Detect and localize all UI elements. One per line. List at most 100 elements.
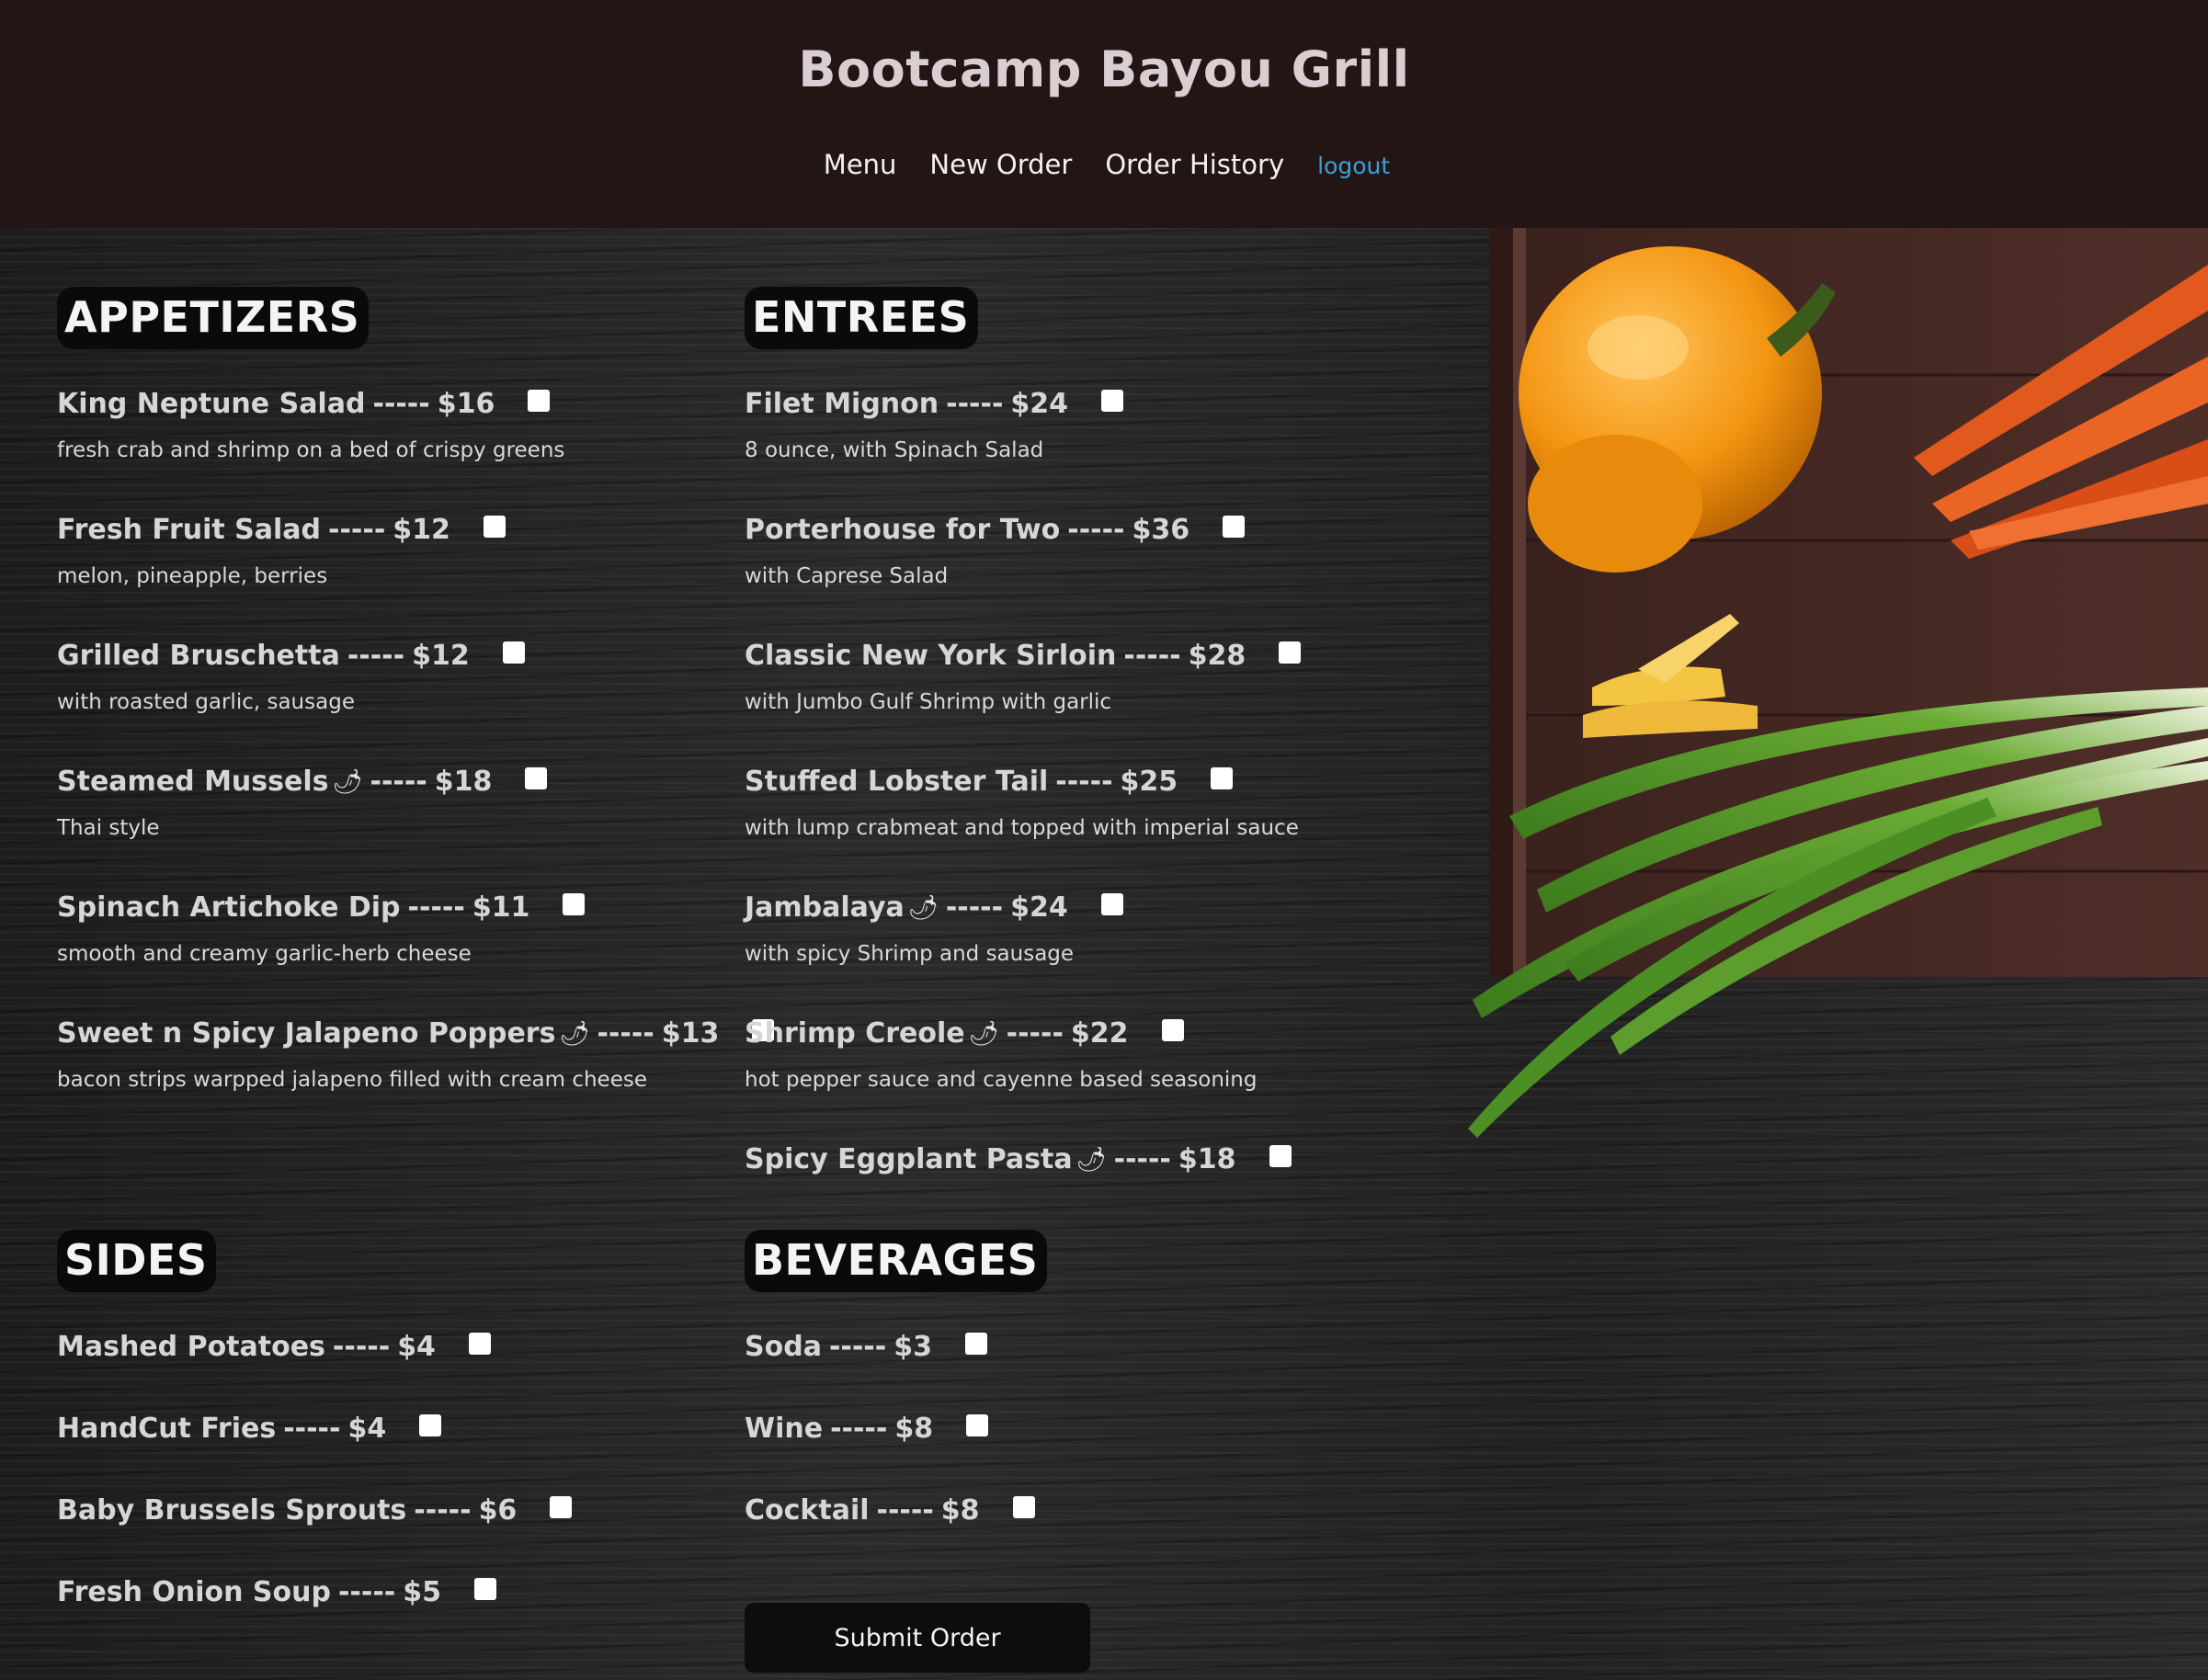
menu-item-title: Porterhouse for Two ----- $36 bbox=[745, 514, 1246, 546]
menu-item-checkbox[interactable] bbox=[550, 1495, 573, 1518]
menu-item-checkbox[interactable] bbox=[966, 1413, 989, 1436]
sides-section: SIDES bbox=[57, 1230, 217, 1292]
menu-item-name: King Neptune Salad bbox=[57, 388, 366, 420]
menu-item-separator: ----- bbox=[347, 640, 405, 672]
menu-item: Shrimp Creole 🌶 ----- $22 hot pepper sauce a… bbox=[745, 1017, 1257, 1092]
menu-item-name: HandCut Fries bbox=[57, 1413, 277, 1445]
menu-item-description: with roasted garlic, sausage bbox=[57, 690, 355, 714]
menu-item: Fresh Fruit Salad ----- $12 melon, pineappl… bbox=[57, 514, 506, 588]
menu-item-title: HandCut Fries ----- $4 bbox=[57, 1413, 442, 1445]
menu-item-title: Stuffed Lobster Tail ----- $25 bbox=[745, 766, 1299, 798]
main-nav: Menu New Order Order History logout bbox=[0, 149, 2208, 180]
menu-item-separator: ----- bbox=[1055, 766, 1113, 798]
menu-item-checkbox[interactable] bbox=[1211, 766, 1234, 789]
menu-item: Wine ----- $8 bbox=[745, 1413, 989, 1445]
menu-item-description: hot pepper sauce and cayenne based seaso… bbox=[745, 1068, 1258, 1092]
menu-item-separator: ----- bbox=[1067, 514, 1125, 546]
menu-item-name: Stuffed Lobster Tail bbox=[745, 766, 1049, 798]
menu-item-title: Shrimp Creole 🌶 ----- $22 bbox=[745, 1017, 1257, 1050]
menu-item: Baby Brussels Sprouts ----- $6 bbox=[57, 1494, 573, 1527]
menu-item-separator: ----- bbox=[945, 891, 1004, 924]
menu-item-price: $11 bbox=[472, 891, 530, 924]
beverages-heading: BEVERAGES bbox=[745, 1230, 1048, 1292]
chili-pepper-icon: 🌶 bbox=[559, 1019, 590, 1048]
menu-item: Grilled Bruschetta ----- $12 with roasted g… bbox=[57, 640, 525, 714]
menu-item-checkbox[interactable] bbox=[502, 641, 525, 664]
menu-item-checkbox[interactable] bbox=[1100, 892, 1123, 915]
menu-item-price: $4 bbox=[347, 1413, 387, 1445]
nav-link-menu[interactable]: Menu bbox=[824, 149, 897, 180]
menu-item: Jambalaya 🌶 ----- $24 with spicy Shrimp and … bbox=[745, 891, 1123, 966]
menu-item-checkbox[interactable] bbox=[1279, 641, 1302, 664]
menu-item-checkbox[interactable] bbox=[468, 1332, 491, 1355]
menu-item-checkbox[interactable] bbox=[483, 515, 506, 538]
menu-item-checkbox[interactable] bbox=[563, 892, 586, 915]
beverages-section: BEVERAGES bbox=[745, 1230, 1048, 1292]
menu-item-separator: ----- bbox=[1006, 1017, 1064, 1050]
menu-item-checkbox[interactable] bbox=[1101, 389, 1124, 412]
menu-item-separator: ----- bbox=[337, 1576, 396, 1608]
menu-item-checkbox[interactable] bbox=[1223, 515, 1246, 538]
appetizers-heading: APPETIZERS bbox=[57, 287, 370, 349]
menu-item-description: with Caprese Salad bbox=[745, 564, 949, 588]
menu-item-name: Classic New York Sirloin bbox=[745, 640, 1117, 672]
menu-item-price: $5 bbox=[403, 1576, 441, 1608]
menu-item-separator: ----- bbox=[407, 891, 465, 924]
menu-item-price: $4 bbox=[397, 1331, 436, 1363]
menu-item-price: $22 bbox=[1070, 1017, 1129, 1050]
menu-item: King Neptune Salad ----- $16 fresh crab and… bbox=[57, 388, 564, 462]
nav-link-order-history[interactable]: Order History bbox=[1105, 149, 1284, 180]
nav-link-new-order[interactable]: New Order bbox=[929, 149, 1072, 180]
menu-item-price: $18 bbox=[1178, 1143, 1236, 1175]
menu-item-price: $3 bbox=[893, 1331, 932, 1363]
menu-item-description: Thai style bbox=[57, 816, 160, 840]
menu-item: Cocktail ----- $8 bbox=[745, 1494, 1035, 1527]
menu-item-checkbox[interactable] bbox=[474, 1577, 496, 1600]
menu-item-description: 8 ounce, with Spinach Salad bbox=[745, 438, 1044, 462]
menu-item-separator: ----- bbox=[372, 388, 430, 420]
menu-item-separator: ----- bbox=[946, 388, 1004, 420]
menu-item-title: Jambalaya 🌶 ----- $24 bbox=[745, 891, 1123, 924]
menu-item-title: Classic New York Sirloin ----- $28 bbox=[745, 640, 1302, 672]
menu-item: Spicy Eggplant Pasta 🌶 ----- $18 bbox=[745, 1143, 1292, 1175]
menu-item-title: King Neptune Salad ----- $16 bbox=[57, 388, 564, 420]
menu-item-name: Fresh Fruit Salad bbox=[57, 514, 322, 546]
menu-item-name: Baby Brussels Sprouts bbox=[57, 1494, 407, 1527]
menu-item-checkbox[interactable] bbox=[419, 1413, 442, 1436]
menu-item-separator: ----- bbox=[876, 1494, 934, 1527]
menu-item-name: Steamed Mussels bbox=[57, 766, 329, 798]
menu-item: Classic New York Sirloin ----- $28 with Jum… bbox=[745, 640, 1302, 714]
menu-item-description: smooth and creamy garlic-herb cheese bbox=[57, 942, 472, 966]
menu-item-checkbox[interactable] bbox=[525, 766, 548, 789]
menu-item-title: Grilled Bruschetta ----- $12 bbox=[57, 640, 525, 672]
menu-item-checkbox[interactable] bbox=[1161, 1018, 1184, 1041]
menu-item-price: $8 bbox=[894, 1413, 934, 1445]
menu-item-price: $6 bbox=[478, 1494, 518, 1527]
menu-item-separator: ----- bbox=[370, 766, 427, 798]
menu-item: Spinach Artichoke Dip ----- $11 smooth and … bbox=[57, 891, 586, 966]
menu-item-price: $16 bbox=[437, 388, 495, 420]
menu-item-separator: ----- bbox=[597, 1017, 654, 1050]
menu-item-checkbox[interactable] bbox=[528, 389, 551, 412]
chili-pepper-icon: 🌶 bbox=[968, 1019, 999, 1048]
menu-item-name: Spinach Artichoke Dip bbox=[57, 891, 401, 924]
menu-item-checkbox[interactable] bbox=[1012, 1495, 1035, 1518]
menu-item-name: Soda bbox=[745, 1331, 822, 1363]
chili-pepper-icon: 🌶 bbox=[1076, 1145, 1107, 1174]
menu-item-name: Fresh Onion Soup bbox=[57, 1576, 331, 1608]
menu-item-title: Steamed Mussels 🌶 ----- $18 bbox=[57, 766, 548, 798]
logout-link[interactable]: logout bbox=[1317, 153, 1390, 179]
menu-item-price: $13 bbox=[661, 1017, 720, 1050]
menu-item-title: Soda ----- $3 bbox=[745, 1331, 987, 1363]
menu-item-checkbox[interactable] bbox=[964, 1332, 987, 1355]
menu-item-separator: ----- bbox=[328, 514, 386, 546]
menu-item-name: Filet Mignon bbox=[745, 388, 939, 420]
menu-item-name: Porterhouse for Two bbox=[745, 514, 1061, 546]
menu-item: Fresh Onion Soup ----- $5 bbox=[57, 1576, 496, 1608]
menu-item-checkbox[interactable] bbox=[1269, 1144, 1292, 1167]
menu-item-name: Cocktail bbox=[745, 1494, 870, 1527]
menu-item-separator: ----- bbox=[283, 1413, 341, 1445]
menu-item: Porterhouse for Two ----- $36 with Caprese … bbox=[745, 514, 1246, 588]
menu-item-title: Cocktail ----- $8 bbox=[745, 1494, 1035, 1527]
submit-order-button[interactable]: Submit Order bbox=[745, 1603, 1090, 1673]
